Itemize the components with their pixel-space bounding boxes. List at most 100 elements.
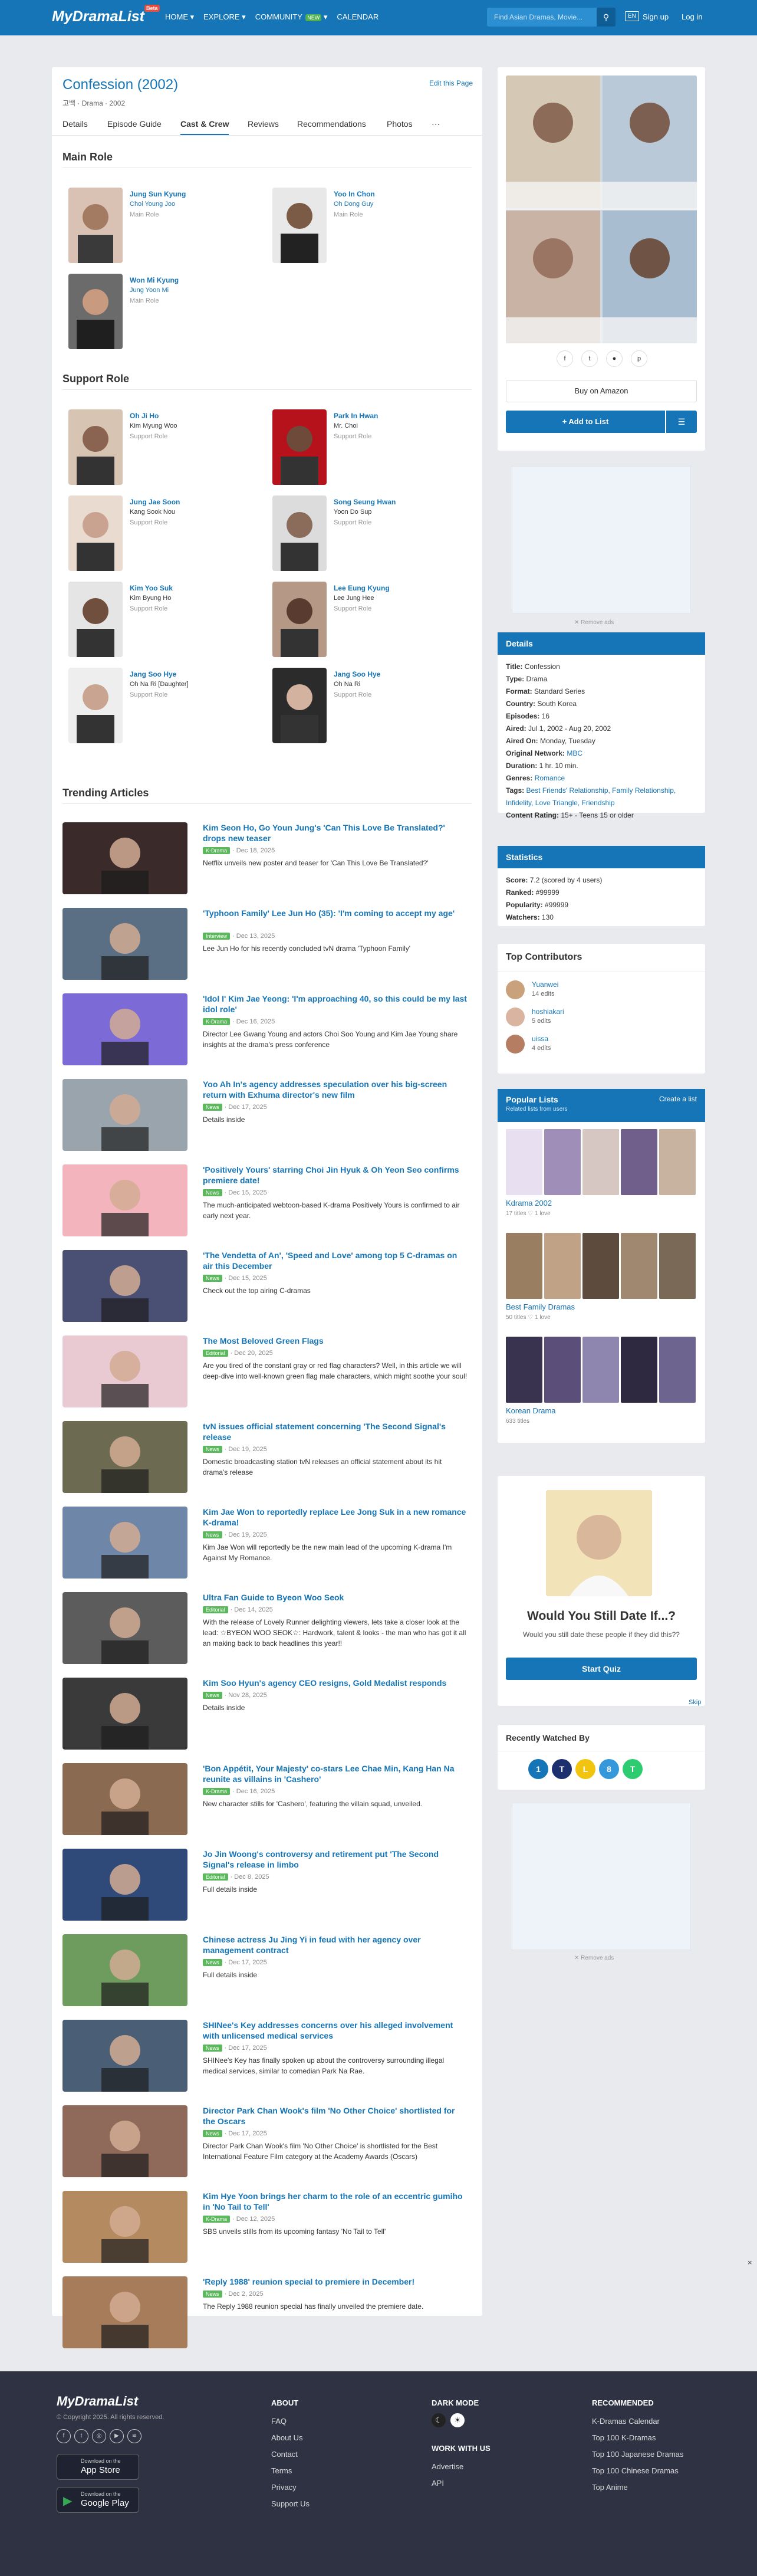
site-logo[interactable]: MyDramaListBeta xyxy=(52,4,160,25)
article-thumbnail[interactable] xyxy=(62,1335,187,1407)
tab-details[interactable]: Details xyxy=(62,119,88,129)
article-item[interactable]: 'Bon Appétit, Your Majesty' co-stars Lee… xyxy=(62,1763,472,1839)
footer-link[interactable]: Top 100 K-Dramas xyxy=(592,2430,683,2446)
poster-image[interactable] xyxy=(506,76,697,343)
article-title[interactable]: Kim Seon Ho, Go Youn Jung's 'Can This Lo… xyxy=(203,822,468,844)
article-item[interactable]: Jo Jin Woong's controversy and retiremen… xyxy=(62,1849,472,1924)
footer-link[interactable]: Top 100 Chinese Dramas xyxy=(592,2463,683,2479)
add-to-list-button[interactable]: + Add to List xyxy=(506,411,665,433)
nav-community[interactable]: COMMUNITY NEW ▾ xyxy=(255,12,327,22)
detail-value[interactable]: Romance xyxy=(535,774,565,782)
contributor-avatar[interactable] xyxy=(506,1035,525,1054)
twitter-icon[interactable]: t xyxy=(581,350,598,367)
contributor-avatar[interactable] xyxy=(506,980,525,999)
article-item[interactable]: 'The Vendetta of An', 'Speed and Love' a… xyxy=(62,1250,472,1325)
article-tag[interactable]: News xyxy=(203,1104,222,1111)
article-title[interactable]: Chinese actress Ju Jing Yi in feud with … xyxy=(203,1934,468,1955)
article-thumbnail[interactable] xyxy=(62,993,187,1065)
actor-name[interactable]: Jung Sun Kyung xyxy=(130,190,186,198)
tab-episode-guide[interactable]: Episode Guide xyxy=(107,119,162,129)
actor-name[interactable]: Jung Jae Soon xyxy=(130,498,180,506)
contributor-avatar[interactable] xyxy=(506,1008,525,1026)
article-item[interactable]: Ultra Fan Guide to Byeon Woo Seok Editori… xyxy=(62,1592,472,1668)
footer-link[interactable]: Terms xyxy=(271,2463,310,2479)
article-item[interactable]: SHINee's Key addresses concerns over his… xyxy=(62,2020,472,2095)
article-tag[interactable]: Interview xyxy=(203,933,231,940)
actor-photo[interactable] xyxy=(68,495,123,571)
article-thumbnail[interactable] xyxy=(62,1678,187,1750)
search-input[interactable]: Find Asian Dramas, Movie... xyxy=(487,8,597,27)
article-title[interactable]: tvN issues official statement concerning… xyxy=(203,1421,468,1442)
article-tag[interactable]: News xyxy=(203,2130,222,2137)
recent-viewer-avatar[interactable]: 1 xyxy=(528,1759,548,1779)
edit-page-link[interactable]: Edit this Page xyxy=(429,79,473,87)
article-title[interactable]: Jo Jin Woong's controversy and retiremen… xyxy=(203,1849,468,1870)
nav-calendar[interactable]: CALENDAR xyxy=(337,12,378,22)
article-item[interactable]: Yoo Ah In's agency addresses speculation… xyxy=(62,1079,472,1154)
article-tag[interactable]: News xyxy=(203,1959,222,1966)
article-title[interactable]: Yoo Ah In's agency addresses speculation… xyxy=(203,1079,468,1100)
reddit-icon[interactable]: ● xyxy=(606,350,623,367)
nav-explore[interactable]: EXPLORE ▾ xyxy=(203,12,246,22)
cast-card[interactable]: Kim Yoo Suk Kim Byung Ho Support Role xyxy=(68,582,269,661)
cast-card[interactable]: Oh Ji Ho Kim Myung Woo Support Role xyxy=(68,409,269,489)
instagram-icon[interactable]: ◎ xyxy=(92,2429,106,2443)
cast-card[interactable]: Yoo In Chon Oh Dong Guy Main Role xyxy=(272,188,473,267)
article-item[interactable]: 'Positively Yours' starring Choi Jin Hyu… xyxy=(62,1164,472,1240)
contributor-name[interactable]: hoshiakari xyxy=(532,1008,564,1016)
article-item[interactable]: tvN issues official statement concerning… xyxy=(62,1421,472,1497)
actor-photo[interactable] xyxy=(272,495,327,571)
footer-link[interactable]: API xyxy=(432,2475,491,2492)
footer-link[interactable]: Advertise xyxy=(432,2459,491,2475)
article-tag[interactable]: News xyxy=(203,1446,222,1453)
actor-photo[interactable] xyxy=(272,582,327,657)
article-thumbnail[interactable] xyxy=(62,1421,187,1493)
tab-recommendations[interactable]: Recommendations xyxy=(297,119,366,129)
article-thumbnail[interactable] xyxy=(62,2105,187,2177)
footer-link[interactable]: Top Anime xyxy=(592,2479,683,2496)
article-thumbnail[interactable] xyxy=(62,822,187,894)
cast-card[interactable]: Jung Sun Kyung Choi Young Joo Main Role xyxy=(68,188,269,267)
article-tag[interactable]: News xyxy=(203,1275,222,1282)
contributor-name[interactable]: uissa xyxy=(532,1035,548,1043)
moon-icon[interactable]: ☾ xyxy=(432,2413,446,2427)
article-tag[interactable]: News xyxy=(203,1692,222,1699)
article-title[interactable]: 'The Vendetta of An', 'Speed and Love' a… xyxy=(203,1250,468,1271)
article-tag[interactable]: Editorial xyxy=(203,1873,228,1881)
detail-value[interactable]: MBC xyxy=(567,749,582,757)
more-tabs-icon[interactable]: ⋯ xyxy=(432,119,440,129)
detail-value[interactable]: Best Friends' Relationship, Family Relat… xyxy=(506,786,676,807)
contributor-name[interactable]: Yuanwei xyxy=(532,980,558,989)
actor-name[interactable]: Won Mi Kyung xyxy=(130,276,179,284)
tab-reviews[interactable]: Reviews xyxy=(248,119,279,129)
article-item[interactable]: Kim Hye Yoon brings her charm to the rol… xyxy=(62,2191,472,2266)
actor-name[interactable]: Jang Soo Hye xyxy=(334,670,380,678)
article-tag[interactable]: K-Drama xyxy=(203,1018,231,1025)
character-name[interactable]: Choi Young Joo xyxy=(130,201,175,208)
cast-card[interactable]: Song Seung Hwan Yoon Do Sup Support Role xyxy=(272,495,473,575)
facebook-icon[interactable]: f xyxy=(57,2429,71,2443)
article-title[interactable]: 'Reply 1988' reunion special to premiere… xyxy=(203,2276,468,2287)
remove-ads-link[interactable]: ✕ Remove ads xyxy=(574,1955,614,1961)
actor-name[interactable]: Park In Hwan xyxy=(334,412,378,420)
google-play-button[interactable]: ▶ Download on the Google Play xyxy=(57,2487,139,2513)
article-tag[interactable]: Editorial xyxy=(203,1606,228,1613)
popular-list-item[interactable]: Best Family Dramas 50 titles ♡ 1 love xyxy=(506,1233,697,1333)
character-name[interactable]: Oh Dong Guy xyxy=(334,201,373,208)
character-name[interactable]: Jung Yoon Mi xyxy=(130,287,169,294)
quiz-image[interactable] xyxy=(546,1490,652,1596)
list-cover-strip[interactable] xyxy=(506,1337,697,1403)
cast-card[interactable]: Lee Eung Kyung Lee Jung Hee Support Role xyxy=(272,582,473,661)
article-thumbnail[interactable] xyxy=(62,2020,187,2092)
article-thumbnail[interactable] xyxy=(62,2276,187,2348)
footer-link[interactable]: Support Us xyxy=(271,2496,310,2512)
recent-viewer-avatar[interactable]: L xyxy=(575,1759,595,1779)
article-tag[interactable]: News xyxy=(203,2290,222,2298)
signup-link[interactable]: Sign up xyxy=(643,12,669,21)
article-item[interactable]: 'Typhoon Family' Lee Jun Ho (35): 'I'm c… xyxy=(62,908,472,983)
article-tag[interactable]: K-Drama xyxy=(203,1788,231,1795)
article-tag[interactable]: K-Drama xyxy=(203,2216,231,2223)
article-item[interactable]: 'Reply 1988' reunion special to premiere… xyxy=(62,2276,472,2352)
cast-card[interactable]: Park In Hwan Mr. Choi Support Role xyxy=(272,409,473,489)
create-list-link[interactable]: Create a list xyxy=(659,1095,697,1103)
